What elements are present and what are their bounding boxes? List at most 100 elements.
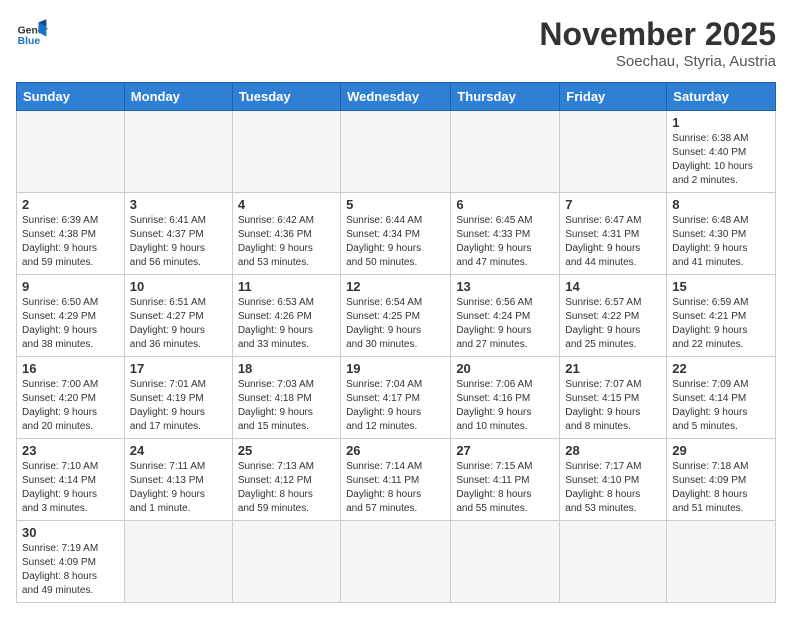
calendar-day-cell: 8Sunrise: 6:48 AM Sunset: 4:30 PM Daylig…	[667, 193, 776, 275]
day-number: 6	[456, 197, 554, 212]
calendar-day-cell	[341, 521, 451, 603]
calendar-day-cell: 26Sunrise: 7:14 AM Sunset: 4:11 PM Dayli…	[341, 439, 451, 521]
weekday-header-saturday: Saturday	[667, 83, 776, 111]
calendar-day-cell: 25 Sunrise: 7:13 AM Sunset: 4:12 PM Dayli…	[232, 439, 340, 521]
day-number: 22	[672, 361, 770, 376]
day-number: 18	[238, 361, 335, 376]
day-number: 7	[565, 197, 661, 212]
day-number: 14	[565, 279, 661, 294]
calendar-day-cell: 15 Sunrise: 6:59 AM Sunset: 4:21 PM Dayli…	[667, 275, 776, 357]
calendar-day-cell: 1Sunrise: 6:38 AM Sunset: 4:40 PM Daylig…	[667, 111, 776, 193]
calendar-table: SundayMondayTuesdayWednesdayThursdayFrid…	[16, 82, 776, 603]
calendar-day-cell	[667, 521, 776, 603]
calendar-day-cell	[451, 111, 560, 193]
day-info: Sunrise: 7:07 AM Sunset: 4:15 PM Dayligh…	[565, 378, 661, 434]
weekday-header-tuesday: Tuesday	[232, 83, 340, 111]
calendar-day-cell	[341, 111, 451, 193]
calendar-day-cell: 12 Sunrise: 6:54 AM Sunset: 4:25 PM Dayli…	[341, 275, 451, 357]
calendar-day-cell: 9 Sunrise: 6:50 AM Sunset: 4:29 PM Daylig…	[17, 275, 125, 357]
calendar-day-cell	[17, 111, 125, 193]
day-number: 16	[22, 361, 119, 376]
day-info: Sunrise: 6:56 AM Sunset: 4:24 PM Dayligh…	[456, 296, 554, 352]
day-number: 23	[22, 443, 119, 458]
calendar-day-cell: 22 Sunrise: 7:09 AM Sunset: 4:14 PM Dayli…	[667, 357, 776, 439]
day-number: 27	[456, 443, 554, 458]
day-number: 4	[238, 197, 335, 212]
day-number: 13	[456, 279, 554, 294]
calendar-day-cell: 20Sunrise: 7:06 AM Sunset: 4:16 PM Dayli…	[451, 357, 560, 439]
day-number: 12	[346, 279, 445, 294]
day-number: 15	[672, 279, 770, 294]
day-info: Sunrise: 7:13 AM Sunset: 4:12 PM Dayligh…	[238, 460, 335, 516]
day-info: Sunrise: 6:44 AM Sunset: 4:34 PM Dayligh…	[346, 214, 445, 270]
day-info: Sunrise: 6:47 AM Sunset: 4:31 PM Dayligh…	[565, 214, 661, 270]
weekday-header-sunday: Sunday	[17, 83, 125, 111]
calendar-day-cell: 24Sunrise: 7:11 AM Sunset: 4:13 PM Dayli…	[124, 439, 232, 521]
day-info: Sunrise: 7:03 AM Sunset: 4:18 PM Dayligh…	[238, 378, 335, 434]
calendar-day-cell: 30 Sunrise: 7:19 AM Sunset: 4:09 PM Dayli…	[17, 521, 125, 603]
day-info: Sunrise: 7:10 AM Sunset: 4:14 PM Dayligh…	[22, 460, 119, 516]
day-info: Sunrise: 7:19 AM Sunset: 4:09 PM Dayligh…	[22, 542, 119, 598]
calendar-day-cell: 10Sunrise: 6:51 AM Sunset: 4:27 PM Dayli…	[124, 275, 232, 357]
day-info: Sunrise: 7:04 AM Sunset: 4:17 PM Dayligh…	[346, 378, 445, 434]
weekday-header-friday: Friday	[560, 83, 667, 111]
location-subtitle: Soechau, Styria, Austria	[539, 53, 776, 70]
calendar-week-row: 9 Sunrise: 6:50 AM Sunset: 4:29 PM Daylig…	[17, 275, 776, 357]
calendar-day-cell: 19 Sunrise: 7:04 AM Sunset: 4:17 PM Dayli…	[341, 357, 451, 439]
day-number: 29	[672, 443, 770, 458]
day-number: 25	[238, 443, 335, 458]
day-number: 30	[22, 525, 119, 540]
day-number: 26	[346, 443, 445, 458]
logo-icon: General Blue	[16, 16, 48, 48]
svg-text:Blue: Blue	[18, 36, 41, 47]
day-info: Sunrise: 6:57 AM Sunset: 4:22 PM Dayligh…	[565, 296, 661, 352]
day-info: Sunrise: 6:54 AM Sunset: 4:25 PM Dayligh…	[346, 296, 445, 352]
calendar-day-cell: 2Sunrise: 6:39 AM Sunset: 4:38 PM Daylig…	[17, 193, 125, 275]
day-number: 17	[130, 361, 227, 376]
day-number: 19	[346, 361, 445, 376]
day-number: 10	[130, 279, 227, 294]
calendar-day-cell	[232, 521, 340, 603]
day-info: Sunrise: 7:18 AM Sunset: 4:09 PM Dayligh…	[672, 460, 770, 516]
calendar-day-cell: 13 Sunrise: 6:56 AM Sunset: 4:24 PM Dayli…	[451, 275, 560, 357]
day-info: Sunrise: 6:53 AM Sunset: 4:26 PM Dayligh…	[238, 296, 335, 352]
day-number: 5	[346, 197, 445, 212]
calendar-day-cell	[124, 111, 232, 193]
day-info: Sunrise: 6:45 AM Sunset: 4:33 PM Dayligh…	[456, 214, 554, 270]
weekday-header-wednesday: Wednesday	[341, 83, 451, 111]
calendar-day-cell: 6 Sunrise: 6:45 AM Sunset: 4:33 PM Daylig…	[451, 193, 560, 275]
day-info: Sunrise: 6:41 AM Sunset: 4:37 PM Dayligh…	[130, 214, 227, 270]
calendar-day-cell	[560, 111, 667, 193]
calendar-day-cell: 16 Sunrise: 7:00 AM Sunset: 4:20 PM Dayli…	[17, 357, 125, 439]
calendar-day-cell: 7 Sunrise: 6:47 AM Sunset: 4:31 PM Daylig…	[560, 193, 667, 275]
day-info: Sunrise: 7:17 AM Sunset: 4:10 PM Dayligh…	[565, 460, 661, 516]
day-info: Sunrise: 6:50 AM Sunset: 4:29 PM Dayligh…	[22, 296, 119, 352]
calendar-day-cell: 4Sunrise: 6:42 AM Sunset: 4:36 PM Daylig…	[232, 193, 340, 275]
weekday-header-monday: Monday	[124, 83, 232, 111]
calendar-day-cell: 23 Sunrise: 7:10 AM Sunset: 4:14 PM Dayli…	[17, 439, 125, 521]
calendar-week-row: 30 Sunrise: 7:19 AM Sunset: 4:09 PM Dayli…	[17, 521, 776, 603]
day-info: Sunrise: 7:09 AM Sunset: 4:14 PM Dayligh…	[672, 378, 770, 434]
day-info: Sunrise: 7:00 AM Sunset: 4:20 PM Dayligh…	[22, 378, 119, 434]
calendar-week-row: 23 Sunrise: 7:10 AM Sunset: 4:14 PM Dayli…	[17, 439, 776, 521]
calendar-day-cell	[451, 521, 560, 603]
day-info: Sunrise: 6:59 AM Sunset: 4:21 PM Dayligh…	[672, 296, 770, 352]
day-number: 3	[130, 197, 227, 212]
calendar-week-row: 2Sunrise: 6:39 AM Sunset: 4:38 PM Daylig…	[17, 193, 776, 275]
calendar-day-cell: 17Sunrise: 7:01 AM Sunset: 4:19 PM Dayli…	[124, 357, 232, 439]
day-info: Sunrise: 6:38 AM Sunset: 4:40 PM Dayligh…	[672, 132, 770, 188]
weekday-header-thursday: Thursday	[451, 83, 560, 111]
weekday-header-row: SundayMondayTuesdayWednesdayThursdayFrid…	[17, 83, 776, 111]
day-number: 11	[238, 279, 335, 294]
calendar-day-cell	[124, 521, 232, 603]
day-number: 8	[672, 197, 770, 212]
calendar-day-cell: 14 Sunrise: 6:57 AM Sunset: 4:22 PM Dayli…	[560, 275, 667, 357]
calendar-week-row: 1Sunrise: 6:38 AM Sunset: 4:40 PM Daylig…	[17, 111, 776, 193]
calendar-week-row: 16 Sunrise: 7:00 AM Sunset: 4:20 PM Dayli…	[17, 357, 776, 439]
calendar-day-cell: 28Sunrise: 7:17 AM Sunset: 4:10 PM Dayli…	[560, 439, 667, 521]
day-number: 9	[22, 279, 119, 294]
calendar-day-cell: 21Sunrise: 7:07 AM Sunset: 4:15 PM Dayli…	[560, 357, 667, 439]
calendar-day-cell: 11 Sunrise: 6:53 AM Sunset: 4:26 PM Dayli…	[232, 275, 340, 357]
day-number: 24	[130, 443, 227, 458]
calendar-day-cell	[232, 111, 340, 193]
